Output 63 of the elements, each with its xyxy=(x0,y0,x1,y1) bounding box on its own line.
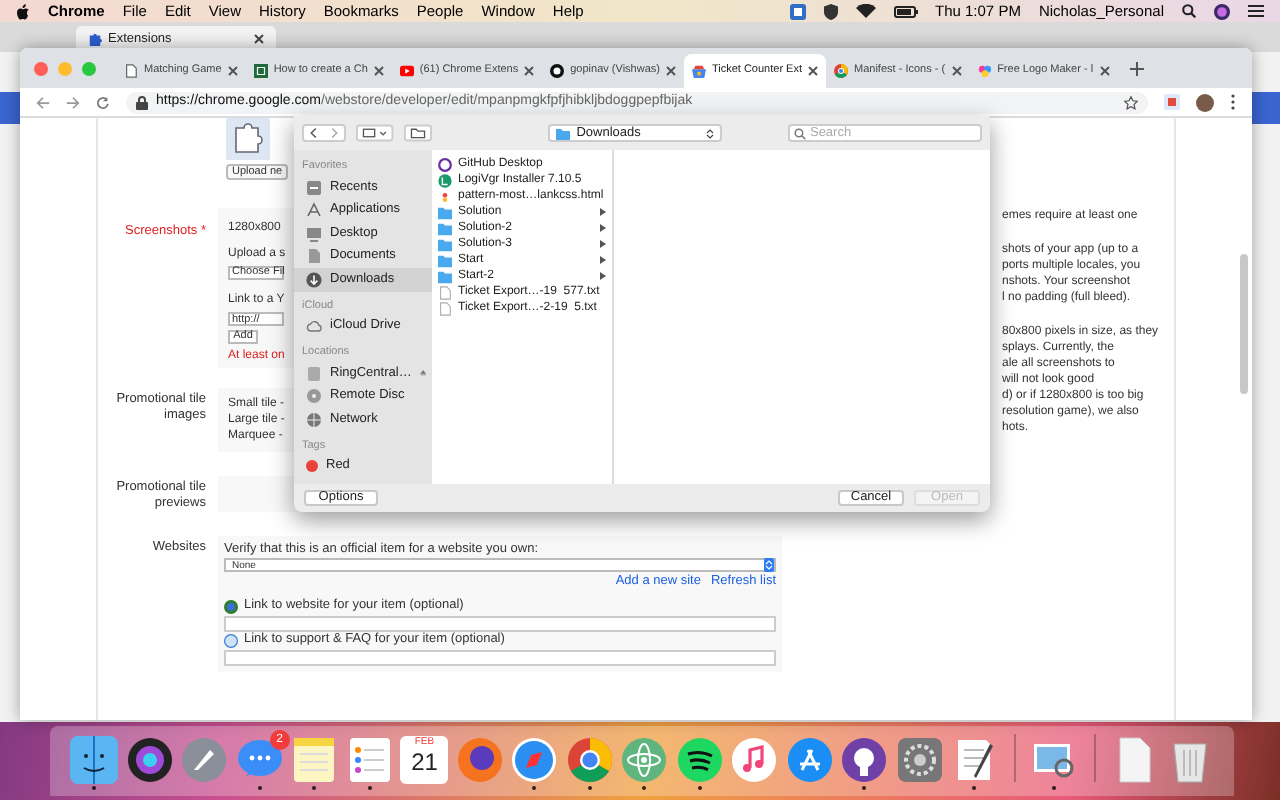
globe-icon xyxy=(224,599,238,613)
reload-icon[interactable] xyxy=(96,95,110,109)
music-note-icon[interactable] xyxy=(730,736,779,784)
network-icon xyxy=(306,411,322,428)
close-icon[interactable] xyxy=(1099,66,1110,76)
browser-icon[interactable] xyxy=(565,736,614,784)
stepper-icon xyxy=(705,127,714,139)
view-options-icon[interactable] xyxy=(356,124,394,142)
stepper-icon xyxy=(764,558,774,572)
volume-icon xyxy=(306,365,322,382)
status-icon[interactable] xyxy=(789,3,805,19)
siri-icon[interactable] xyxy=(1214,3,1230,19)
tab-favicon-icon xyxy=(834,64,849,78)
avatar[interactable] xyxy=(1196,93,1214,111)
disc-icon xyxy=(306,388,322,405)
more-icon[interactable] xyxy=(1230,94,1236,110)
face-app-icon[interactable] xyxy=(70,736,119,784)
search-icon xyxy=(793,127,806,139)
puzzle-icon xyxy=(88,32,102,46)
compass-icon[interactable] xyxy=(510,736,559,784)
tab-favicon-icon xyxy=(124,64,138,78)
app-store-icon[interactable] xyxy=(785,736,834,784)
checklist-icon[interactable] xyxy=(345,736,394,784)
lock-icon xyxy=(136,95,148,109)
eject-icon[interactable] xyxy=(419,368,426,379)
tab-favicon-icon xyxy=(977,64,992,78)
installer-icon xyxy=(438,173,452,187)
orb-icon[interactable] xyxy=(125,736,174,784)
help-icon xyxy=(224,633,238,647)
battery-icon[interactable] xyxy=(893,5,917,17)
recents-icon xyxy=(306,179,322,196)
search-icon[interactable] xyxy=(1182,4,1196,18)
calendar-day: 21 xyxy=(411,750,438,776)
tab-favicon-icon xyxy=(253,64,268,78)
extension-icon[interactable] xyxy=(1164,94,1180,110)
close-icon[interactable] xyxy=(227,66,238,76)
new-folder-icon[interactable] xyxy=(403,124,432,142)
downloads-icon xyxy=(306,271,322,288)
cloud-icon xyxy=(306,318,322,335)
close-icon[interactable] xyxy=(524,66,535,76)
close-icon[interactable] xyxy=(808,66,819,76)
apps-icon xyxy=(306,202,322,219)
scrollbar-thumb[interactable] xyxy=(1240,254,1248,394)
close-icon[interactable] xyxy=(254,34,264,44)
text-field[interactable] xyxy=(224,616,776,632)
tab-favicon-icon xyxy=(399,64,414,78)
close-icon[interactable] xyxy=(373,66,384,76)
ring-icon xyxy=(438,157,452,171)
close-icon[interactable] xyxy=(665,66,676,76)
text-field[interactable] xyxy=(224,650,776,666)
tab-favicon-icon xyxy=(550,64,565,78)
documents-icon xyxy=(306,248,322,265)
forward-icon[interactable] xyxy=(66,95,80,109)
star-icon[interactable] xyxy=(1124,95,1138,109)
wifi-icon[interactable] xyxy=(855,4,875,18)
shield-icon[interactable] xyxy=(823,3,837,19)
tab-favicon-icon xyxy=(691,64,706,78)
sound-waves-icon[interactable] xyxy=(675,736,724,784)
desktop-icon xyxy=(306,225,322,242)
new-tab-icon[interactable] xyxy=(1129,61,1144,75)
menu-icon[interactable] xyxy=(1248,4,1264,18)
apple-icon[interactable] xyxy=(16,3,30,19)
close-icon[interactable] xyxy=(951,66,962,76)
